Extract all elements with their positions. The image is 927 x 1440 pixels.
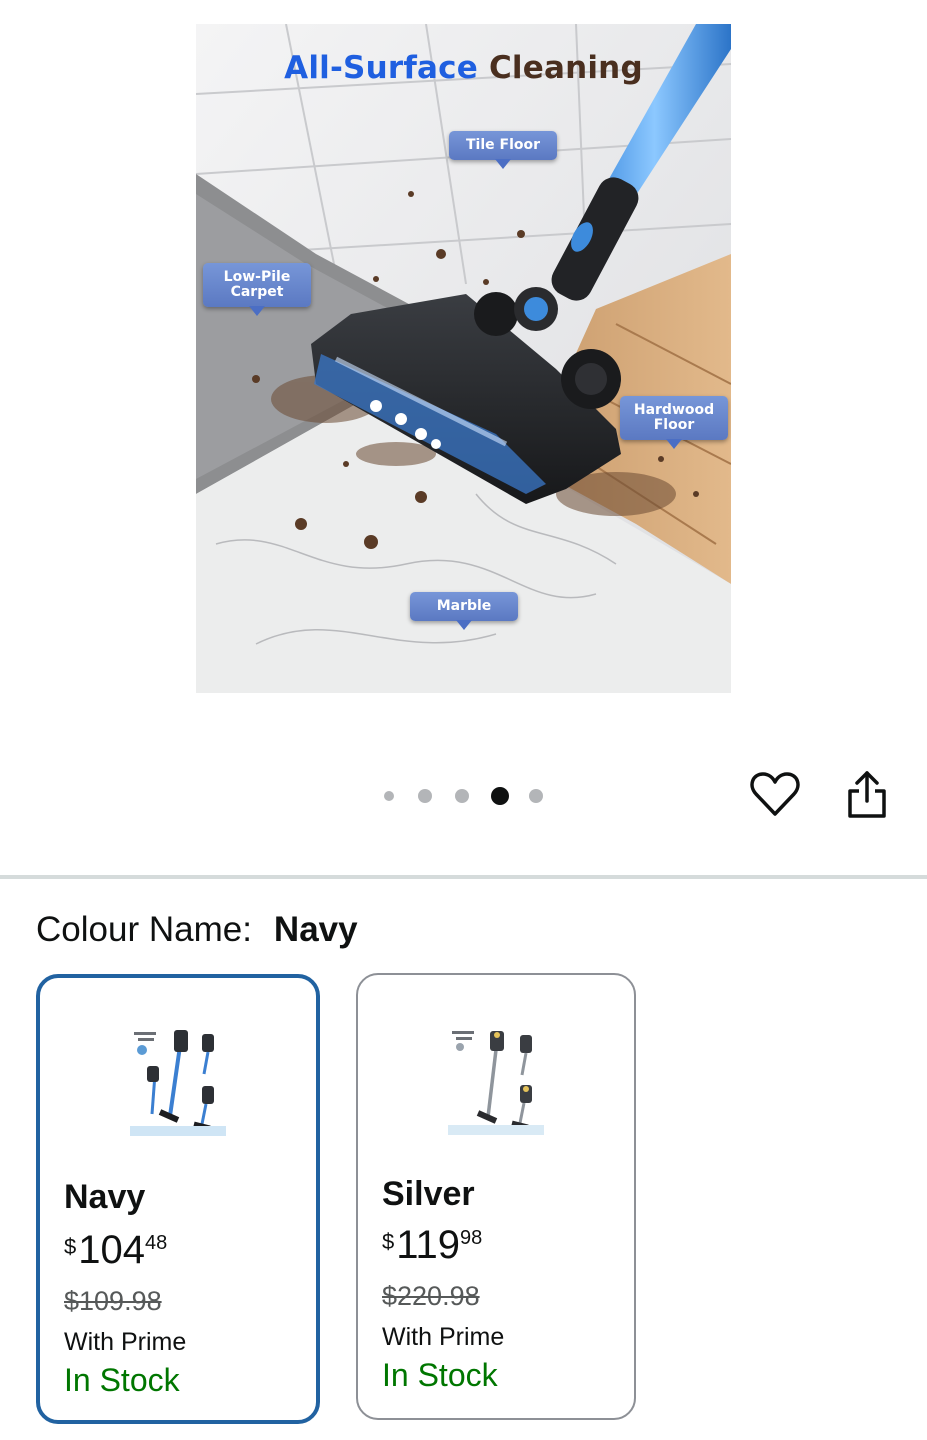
option-name: Navy <box>64 1178 146 1216</box>
share-icon[interactable] <box>845 769 889 819</box>
option-stock-status: In Stock <box>382 1357 498 1393</box>
carousel-dot-1[interactable] <box>384 791 394 801</box>
carousel-dot-3[interactable] <box>455 789 469 803</box>
price-currency: $ <box>64 1234 77 1259</box>
tag-low-pile-carpet: Low-Pile Carpet <box>203 263 311 316</box>
product-thumbnail-navy <box>130 1024 226 1136</box>
carousel-dot-2[interactable] <box>418 789 432 803</box>
headline-part1: All-Surface <box>284 50 478 86</box>
product-thumbnail-silver <box>448 1025 544 1137</box>
price-whole: 119 <box>396 1223 461 1267</box>
colour-name-row: Colour Name: Navy <box>36 910 358 950</box>
colour-option-silver[interactable]: Silver $11998 $220.98 With Prime In Stoc… <box>356 973 636 1420</box>
colour-name-label: Colour Name: <box>36 910 252 949</box>
option-prime-label: With Prime <box>382 1323 505 1351</box>
tag-hardwood-floor: Hardwood Floor <box>620 396 728 449</box>
price-whole: 104 <box>78 1228 145 1272</box>
option-name: Silver <box>382 1175 475 1213</box>
carousel-dot-4-active[interactable] <box>491 787 509 805</box>
colour-option-navy[interactable]: Navy $10448 $109.98 With Prime In Stock <box>36 974 320 1424</box>
headline-part2: Cleaning <box>488 50 643 86</box>
option-stock-status: In Stock <box>64 1362 180 1398</box>
price-currency: $ <box>382 1229 395 1254</box>
option-list-price: $109.98 <box>64 1286 162 1316</box>
option-list-price: $220.98 <box>382 1281 480 1311</box>
carousel-dot-5[interactable] <box>529 789 543 803</box>
colour-name-value: Navy <box>273 910 358 949</box>
image-headline: All-Surface Cleaning <box>196 50 731 86</box>
option-price: $10448 <box>64 1228 167 1273</box>
heart-icon[interactable] <box>750 770 800 818</box>
product-image[interactable]: All-Surface Cleaning Tile Floor Low-Pile… <box>196 24 731 693</box>
option-price: $11998 <box>382 1223 482 1268</box>
price-fraction: 98 <box>460 1227 483 1249</box>
price-fraction: 48 <box>145 1232 168 1254</box>
section-divider <box>0 875 927 879</box>
option-prime-label: With Prime <box>64 1328 187 1356</box>
tag-tile-floor: Tile Floor <box>449 131 557 169</box>
tag-marble: Marble <box>410 592 518 630</box>
